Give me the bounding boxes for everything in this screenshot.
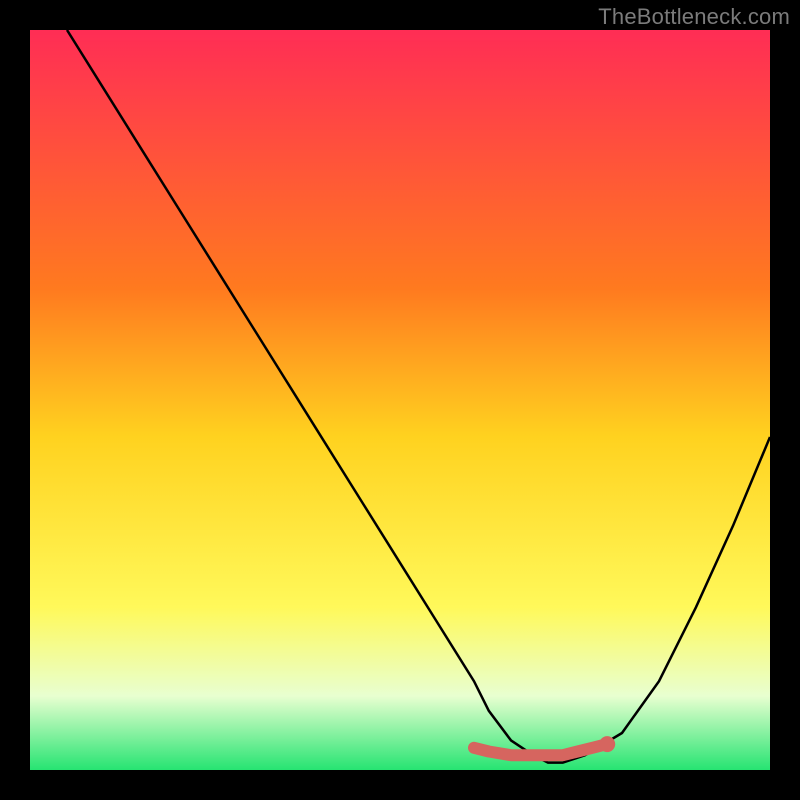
chart-frame: TheBottleneck.com [0, 0, 800, 800]
gradient-background [30, 30, 770, 770]
highlight-dot [599, 736, 615, 752]
plot-area [30, 30, 770, 770]
watermark-text: TheBottleneck.com [598, 4, 790, 30]
bottleneck-chart [30, 30, 770, 770]
